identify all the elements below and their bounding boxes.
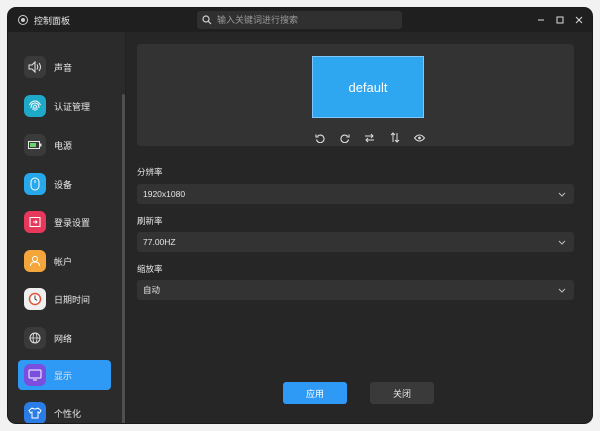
refresh-rate-dropdown[interactable]: 77.00HZ	[137, 232, 574, 252]
chevron-down-icon	[558, 192, 566, 197]
window-controls	[531, 8, 588, 32]
refresh-rate-label: 刷新率	[137, 216, 163, 226]
maximize-button[interactable]	[551, 11, 569, 29]
search-box[interactable]	[197, 11, 402, 29]
sidebar-item-authentication[interactable]: 认证管理	[18, 91, 111, 121]
sidebar-item-label: 帐户	[54, 256, 73, 267]
minimize-button[interactable]	[532, 11, 550, 29]
sidebar-item-label: 登录设置	[54, 217, 91, 228]
rotate-left-button[interactable]	[311, 130, 328, 145]
rotate-left-icon	[314, 133, 325, 143]
sidebar-item-login-settings[interactable]: 登录设置	[18, 207, 111, 237]
monitor-toolbar	[311, 130, 436, 145]
sidebar-item-network[interactable]: 网络	[18, 323, 111, 353]
chevron-down-icon	[558, 240, 566, 245]
sidebar-item-devices[interactable]: 设备	[18, 169, 111, 199]
scale-label: 缩放率	[137, 264, 163, 274]
speaker-icon	[24, 56, 46, 78]
monitor-name: default	[348, 79, 388, 95]
resolution-value: 1920x1080	[143, 189, 186, 199]
rotate-right-icon	[339, 133, 350, 143]
sidebar-item-personalization[interactable]: 个性化	[18, 398, 111, 423]
sidebar-item-display[interactable]: 显示	[18, 360, 111, 390]
preview-eye-button[interactable]	[411, 130, 428, 145]
login-icon	[24, 211, 46, 233]
title-bar: 控制面板	[8, 8, 592, 32]
display-settings-panel: default 分辨率 1920x1080 刷新率 77.00HZ 缩放率 自动…	[126, 32, 592, 423]
sidebar-item-label: 电源	[54, 140, 73, 151]
scale-value: 自动	[143, 285, 161, 295]
account-icon	[24, 250, 46, 272]
close-button[interactable]: 关闭	[370, 382, 434, 404]
flip-vertical-icon	[390, 132, 399, 143]
monitor-tile[interactable]: default	[312, 56, 424, 118]
scale-dropdown[interactable]: 自动	[137, 280, 574, 300]
flip-horizontal-icon	[365, 133, 374, 142]
sidebar-item-label: 日期时间	[54, 294, 91, 305]
chevron-down-icon	[558, 288, 566, 293]
monitor-preview: default	[137, 44, 574, 146]
minimize-icon	[538, 19, 544, 21]
search-input[interactable]	[217, 15, 387, 25]
sidebar-item-label: 个性化	[54, 408, 82, 419]
display-icon	[24, 364, 46, 386]
sidebar-item-label: 显示	[54, 370, 73, 381]
sidebar-scrollbar[interactable]	[122, 94, 125, 423]
sidebar: 声音 认证管理 电源 设备 登录设置 帐户 日期时间 网络 显示 个性化	[8, 32, 126, 423]
window-title: 控制面板	[34, 15, 71, 26]
resolution-dropdown[interactable]: 1920x1080	[137, 184, 574, 204]
sidebar-item-accounts[interactable]: 帐户	[18, 246, 111, 276]
sidebar-item-label: 设备	[54, 179, 73, 190]
sidebar-item-power[interactable]: 电源	[18, 130, 111, 160]
sidebar-item-label: 声音	[54, 62, 73, 73]
clock-icon	[24, 288, 46, 310]
close-icon	[575, 16, 583, 24]
refresh-rate-value: 77.00HZ	[143, 237, 176, 247]
globe-icon	[24, 327, 46, 349]
flip-vertical-button[interactable]	[386, 130, 403, 145]
sidebar-item-sound[interactable]: 声音	[18, 52, 111, 82]
resolution-label: 分辨率	[137, 167, 163, 177]
preview-eye-icon	[414, 134, 425, 141]
shirt-icon	[24, 402, 46, 423]
rotate-right-button[interactable]	[336, 130, 353, 145]
sidebar-item-label: 网络	[54, 333, 73, 344]
sidebar-item-label: 认证管理	[54, 101, 91, 112]
flip-horizontal-button[interactable]	[361, 130, 378, 145]
maximize-icon	[556, 16, 564, 24]
fingerprint-icon	[24, 95, 46, 117]
search-icon	[202, 15, 212, 25]
mouse-icon	[24, 173, 46, 195]
control-panel-window: 控制面板 声音	[8, 8, 592, 423]
close-window-button[interactable]	[570, 11, 588, 29]
app-logo-icon	[18, 15, 28, 25]
apply-button[interactable]: 应用	[283, 382, 347, 404]
sidebar-item-datetime[interactable]: 日期时间	[18, 284, 111, 314]
battery-icon	[24, 134, 46, 156]
